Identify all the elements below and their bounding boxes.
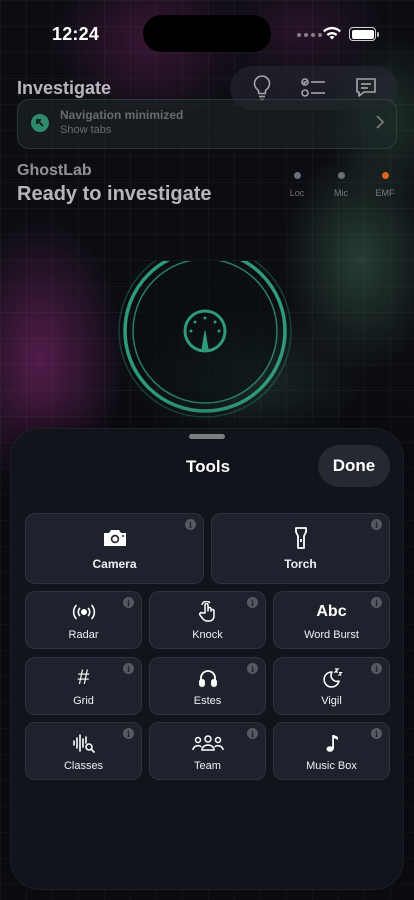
info-icon[interactable]: i bbox=[371, 597, 382, 608]
chevron-right-icon bbox=[376, 115, 384, 129]
info-icon[interactable]: i bbox=[371, 663, 382, 674]
sensor-loc: Loc bbox=[284, 172, 310, 201]
info-icon[interactable]: i bbox=[123, 597, 134, 608]
team-icon bbox=[191, 731, 224, 755]
tool-estes[interactable]: Estes i bbox=[149, 657, 266, 715]
abc-icon: Abc bbox=[316, 602, 347, 620]
app-name: GhostLab bbox=[17, 162, 92, 179]
tool-knock[interactable]: Knock i bbox=[149, 591, 266, 649]
arrow-up-left-icon bbox=[31, 114, 49, 132]
info-icon[interactable]: i bbox=[123, 663, 134, 674]
info-icon[interactable]: i bbox=[123, 728, 134, 739]
headphones-icon bbox=[198, 666, 218, 690]
flashlight-icon bbox=[294, 526, 308, 550]
status-time: 12:24 bbox=[52, 24, 100, 44]
sheet-grabber[interactable] bbox=[189, 434, 225, 439]
sensor-dot bbox=[293, 172, 301, 179]
status-bar: 12:24 bbox=[0, 0, 414, 54]
tool-team[interactable]: Team i bbox=[149, 722, 266, 780]
info-icon[interactable]: i bbox=[371, 728, 382, 739]
info-icon[interactable]: i bbox=[247, 597, 258, 608]
info-icon[interactable]: i bbox=[247, 663, 258, 674]
info-icon[interactable]: i bbox=[247, 728, 258, 739]
battery-icon bbox=[349, 27, 379, 41]
music-note-icon bbox=[325, 731, 339, 755]
tool-music-box[interactable]: Music Box i bbox=[273, 722, 390, 780]
moon-zzz-icon bbox=[321, 666, 343, 690]
meter-dial[interactable] bbox=[109, 261, 301, 423]
sensor-emf: EMF bbox=[372, 172, 398, 201]
page-title: Investigate bbox=[17, 78, 112, 98]
sensor-indicators: Loc Mic EMF bbox=[284, 172, 398, 201]
tools-sheet: Tools Done Camera i Torch i Radar i Knoc… bbox=[10, 428, 404, 890]
waveform-search-icon bbox=[72, 731, 96, 755]
sensor-mic: Mic bbox=[328, 172, 354, 201]
banner-title: Navigation minimized bbox=[60, 108, 184, 122]
tool-classes[interactable]: Classes i bbox=[25, 722, 142, 780]
sensor-dot bbox=[337, 172, 345, 179]
hand-tap-icon bbox=[197, 600, 219, 624]
signal-icon bbox=[297, 33, 322, 37]
tool-grid[interactable]: # Grid i bbox=[25, 657, 142, 715]
tool-radar[interactable]: Radar i bbox=[25, 591, 142, 649]
tool-torch[interactable]: Torch i bbox=[211, 513, 390, 584]
info-icon[interactable]: i bbox=[185, 519, 196, 530]
wifi-icon bbox=[323, 26, 341, 40]
navigation-banner[interactable]: Navigation minimized Show tabs bbox=[17, 99, 397, 149]
dynamic-island bbox=[143, 15, 271, 52]
sensor-dot bbox=[381, 172, 389, 179]
tool-word-burst[interactable]: Abc Word Burst i bbox=[273, 591, 390, 649]
done-button[interactable]: Done bbox=[318, 445, 390, 487]
radar-icon bbox=[71, 600, 97, 624]
tool-vigil[interactable]: Vigil i bbox=[273, 657, 390, 715]
info-icon[interactable]: i bbox=[371, 519, 382, 530]
banner-subtitle: Show tabs bbox=[60, 124, 112, 136]
gauge-icon bbox=[183, 309, 227, 353]
tool-camera[interactable]: Camera i bbox=[25, 513, 204, 584]
session-status: Ready to investigate bbox=[17, 183, 212, 205]
grid-icon: # bbox=[77, 665, 90, 689]
camera-icon bbox=[102, 526, 128, 550]
